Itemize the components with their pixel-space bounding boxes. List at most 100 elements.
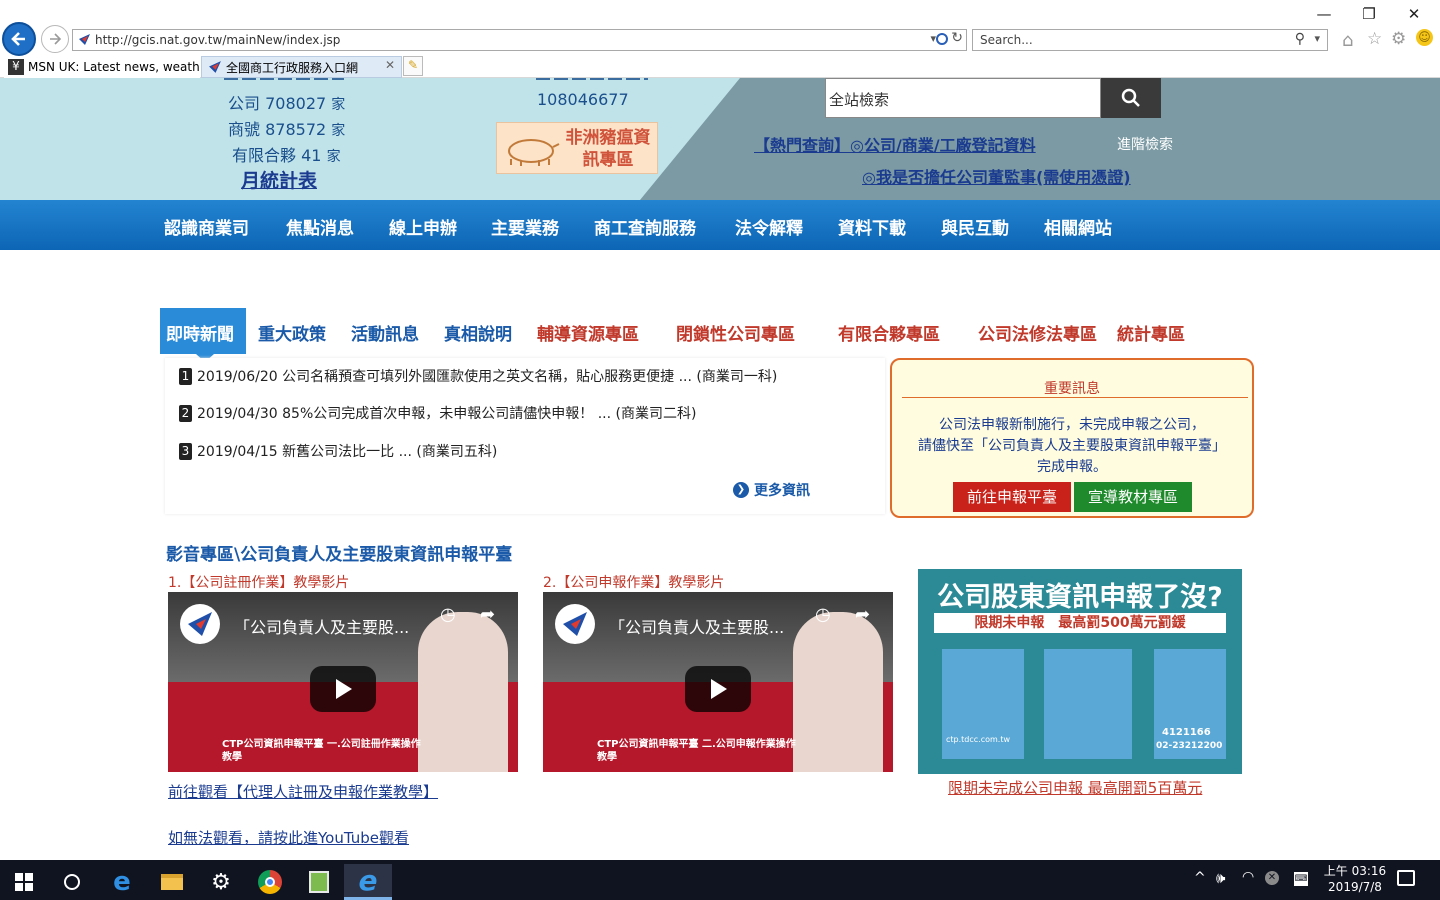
tab-msn[interactable]: ¥ MSN UK: Latest news, weather,... (4, 56, 200, 78)
tab-partnership[interactable]: 有限合夥專區 (838, 320, 940, 345)
site-header: 公司 708027 家 商號 878572 家 有限合夥 41 家 月統計表 1… (0, 78, 1440, 200)
monthly-stats-link[interactable]: 月統計表 (241, 166, 317, 193)
tab-major-policy[interactable]: 重大政策 (258, 320, 326, 345)
tab-gcis[interactable]: 全國商工行政服務入口網 ✕ (201, 56, 402, 78)
site-search-button[interactable] (1101, 78, 1161, 118)
clock-date: 2019/7/8 (1328, 880, 1382, 894)
penalty-notice-link[interactable]: 限期未完成公司申報 最高開罰5百萬元 (948, 777, 1202, 798)
promo-materials-button[interactable]: 宣導教材專區 (1074, 482, 1192, 512)
poster-panel-counter (1044, 649, 1132, 759)
video-player-2[interactable]: 「公司負責人及主要股... ◷ ➦ CTP公司資訊申報平臺 二.公司申報作業操作… (543, 592, 893, 772)
input-method-icon[interactable]: ⌨ (1294, 872, 1308, 886)
minimize-button[interactable]: — (1302, 4, 1346, 24)
play-button[interactable] (685, 666, 751, 712)
new-tab-button[interactable]: ✎ (403, 56, 423, 76)
favorites-star-icon[interactable]: ☆ (1367, 29, 1382, 49)
video1-label: 1.【公司註冊作業】教學影片 (168, 575, 350, 591)
gear-icon[interactable]: ⚙ (1391, 29, 1406, 49)
nav-item-query[interactable]: 商工查詢服務 (594, 214, 696, 239)
close-window-button[interactable]: ✕ (1392, 4, 1436, 24)
watch-later-icon[interactable]: ◷ (815, 604, 831, 625)
asf-banner-text: 非洲豬瘟資訊專區 (565, 128, 651, 170)
share-icon[interactable]: ➦ (480, 604, 495, 625)
notifications-icon[interactable] (1397, 870, 1415, 886)
network-icon[interactable]: ◠ (1242, 869, 1254, 885)
stat-unit: 家 (331, 97, 346, 113)
no-network-icon[interactable]: ✕ (1265, 871, 1279, 885)
go-to-platform-button[interactable]: 前往申報平臺 (953, 482, 1071, 512)
refresh-icon[interactable]: ↻ (951, 30, 963, 46)
nav-item-law[interactable]: 法令解釋 (735, 214, 803, 239)
forward-button[interactable] (41, 25, 69, 53)
more-news-link[interactable]: ❯ 更多資訊 (733, 480, 810, 500)
maximize-button[interactable]: ❐ (1347, 4, 1391, 24)
tab-company-act[interactable]: 公司法修法專區 (978, 320, 1097, 345)
volume-icon[interactable]: 🕪 (1216, 869, 1225, 887)
youtube-link[interactable]: 如無法觀看，請按此進YouTube觀看 (168, 827, 409, 848)
search-icon[interactable]: ⚲ (1295, 31, 1305, 47)
gcis-favicon (208, 60, 222, 74)
search-dropdown-icon[interactable]: ▾ (1314, 32, 1320, 45)
advanced-search-link[interactable]: 進階檢索 (1117, 134, 1173, 154)
news-number: 2 (179, 404, 192, 422)
tab-events[interactable]: 活動訊息 (351, 320, 419, 345)
nav-item-download[interactable]: 資料下載 (838, 214, 906, 239)
play-button[interactable] (310, 666, 376, 712)
ie-taskbar-button[interactable]: e (344, 864, 392, 900)
news-list: 1 2019/06/20 公司名稱預查可填列外國匯款使用之英文名稱，貼心服務更便… (165, 358, 885, 514)
chevron-right-icon: ❯ (733, 482, 749, 498)
edge-taskbar-button[interactable]: e (98, 864, 146, 900)
news-text: 2019/06/20 公司名稱預查可填列外國匯款使用之英文名稱，貼心服務更便捷 … (197, 369, 778, 385)
cortana-button[interactable] (48, 864, 96, 900)
stat-company: 公司 708027 家 (228, 90, 345, 114)
tab-closely-held[interactable]: 閉鎖性公司專區 (676, 320, 795, 345)
nav-item-interaction[interactable]: 與民互動 (941, 214, 1009, 239)
back-button[interactable] (2, 22, 36, 56)
video-player-1[interactable]: 「公司負責人及主要股... ◷ ➦ CTP公司資訊申報平臺 一.公司註冊作業操作… (168, 592, 518, 772)
browser-search-input[interactable]: Search... ⚲ ▾ (972, 29, 1328, 51)
tab-statistics[interactable]: 統計專區 (1117, 320, 1185, 345)
share-icon[interactable]: ➦ (855, 604, 870, 625)
notice-title: 重要訊息 (1044, 381, 1100, 397)
chrome-taskbar-button[interactable] (246, 864, 294, 900)
close-tab-icon[interactable]: ✕ (385, 58, 395, 72)
stop-icon[interactable] (936, 33, 948, 45)
channel-logo-icon (555, 604, 595, 644)
news-item[interactable]: 3 2019/04/15 新舊公司法比一比 ... (商業司五科) (179, 441, 497, 461)
site-favicon (78, 33, 91, 46)
search-placeholder: Search... (980, 33, 1033, 47)
system-clock[interactable]: 上午 03:16 2019/7/8 (1322, 863, 1388, 895)
address-bar[interactable]: http://gcis.nat.gov.tw/mainNew/index.jsp… (72, 29, 967, 51)
tab-resources[interactable]: 輔導資源專區 (537, 320, 639, 345)
nav-item-online-apply[interactable]: 線上申辦 (389, 214, 457, 239)
start-button[interactable] (0, 864, 48, 900)
news-text: 2019/04/30 85%公司完成首次申報，未申報公司請儘快申報！ ... (… (197, 406, 697, 422)
hot-query-registration-link[interactable]: 【熱門查詢】◎公司/商業/工廠登記資料 (754, 132, 1036, 156)
file-explorer-button[interactable] (148, 864, 196, 900)
nav-item-about[interactable]: 認識商業司 (164, 214, 249, 239)
news-item[interactable]: 1 2019/06/20 公司名稱預查可填列外國匯款使用之英文名稱，貼心服務更便… (179, 366, 777, 386)
tab-clarification[interactable]: 真相說明 (444, 320, 512, 345)
nav-item-news[interactable]: 焦點消息 (286, 214, 354, 239)
site-search-input[interactable]: 全站檢索 (825, 78, 1101, 118)
notepad-taskbar-button[interactable] (295, 864, 343, 900)
asf-banner[interactable]: 非洲豬瘟資訊專區 (496, 122, 658, 174)
smiley-feedback-icon[interactable]: ☺ (1416, 29, 1433, 46)
news-item[interactable]: 2 2019/04/30 85%公司完成首次申報，未申報公司請儘快申報！ ...… (179, 403, 696, 423)
nav-item-business[interactable]: 主要業務 (491, 214, 559, 239)
agent-tutorial-link[interactable]: 前往觀看【代理人註冊及申報作業教學】 (168, 781, 438, 802)
windows-taskbar: e ⚙ e ^ 🕪 ◠ ✕ ⌨ 上午 03:16 2019/7/8 (0, 860, 1440, 900)
internet-explorer-icon: e (358, 864, 378, 897)
clock-time: 上午 03:16 (1323, 864, 1387, 878)
tab-realtime-news[interactable]: 即時新聞 (160, 308, 246, 362)
nav-item-links[interactable]: 相關網站 (1044, 214, 1112, 239)
director-check-link[interactable]: ◎我是否擔任公司董監事(需使用憑證) (862, 164, 1131, 188)
notepad-icon (309, 871, 329, 893)
home-icon[interactable]: ⌂ (1342, 30, 1353, 51)
tray-chevron-up-icon[interactable]: ^ (1194, 870, 1206, 886)
shareholder-report-poster[interactable]: 公司股東資訊申報了沒? 限期未申報 最高罰500萬元罰鍰 ctp.tdcc.co… (918, 569, 1242, 774)
stat-value: 878572 (265, 120, 327, 139)
settings-taskbar-button[interactable]: ⚙ (197, 864, 245, 900)
watch-later-icon[interactable]: ◷ (440, 604, 456, 625)
cortana-icon (64, 874, 80, 890)
